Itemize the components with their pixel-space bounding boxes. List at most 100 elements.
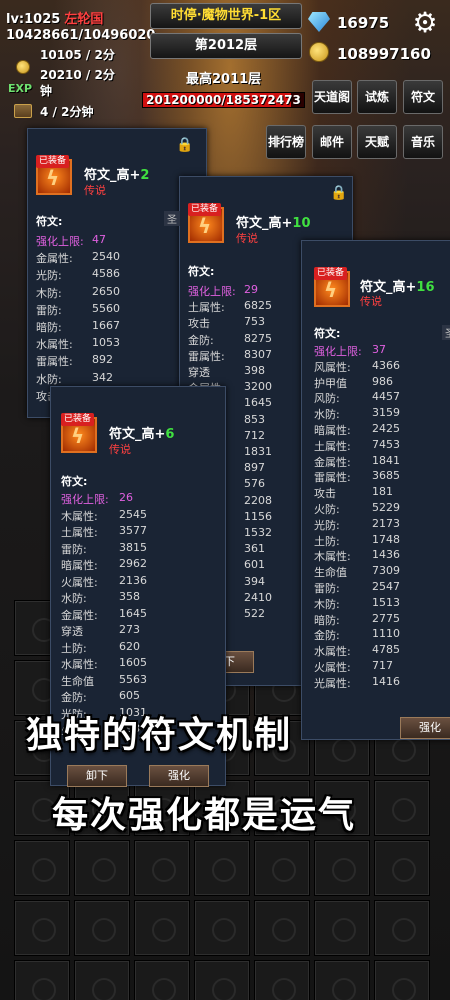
stat-label: 暗防: — [314, 613, 340, 627]
player-hp: 10428661/10496020 — [6, 28, 156, 43]
stat-label: 强化上限: — [36, 235, 84, 248]
rune-glyph-icon: ϟ — [71, 424, 85, 448]
stat-label: 金属性: — [314, 455, 351, 469]
stat-value: 361 — [244, 542, 265, 556]
stat-value: 37 — [372, 343, 386, 356]
stat-value: 358 — [119, 590, 140, 603]
stat-value: 986 — [372, 374, 393, 388]
inventory-slot[interactable] — [194, 900, 250, 956]
stat-label: 暗属性: — [61, 559, 98, 572]
rate-row-2: 20210 / 2分 — [40, 68, 115, 82]
stat-value: 1831 — [244, 445, 272, 458]
inventory-slot[interactable] — [314, 840, 370, 896]
enhance-button[interactable]: 强化 — [149, 765, 209, 787]
stat-value: 3159 — [372, 406, 400, 420]
slogan-line-1: 独特的符文机制 — [26, 714, 293, 756]
lock-icon[interactable]: 🔒 — [176, 137, 193, 153]
inventory-slot[interactable] — [14, 840, 70, 896]
stat-value: 1645 — [119, 606, 147, 620]
equipped-badge: 已装备 — [188, 203, 222, 216]
player-level: lv:1025 左轮国 — [6, 8, 103, 27]
inventory-slot[interactable] — [254, 840, 310, 896]
inventory-slot[interactable] — [194, 840, 250, 896]
stat-value: 398 — [244, 364, 265, 377]
inventory-slot[interactable] — [374, 780, 430, 836]
exp-icon: EXP — [8, 82, 33, 95]
stat-label: 穿透 — [188, 366, 210, 379]
server-button[interactable]: 时停·魔物世界-1区 — [150, 3, 302, 29]
inventory-slot[interactable] — [74, 840, 130, 896]
menu-talent[interactable]: 天赋 — [357, 125, 397, 159]
rune-icon[interactable]: ϟ 已装备 — [188, 203, 224, 243]
inventory-slot[interactable] — [14, 960, 70, 1000]
stat-value: 2136 — [119, 573, 147, 587]
stat-value: 576 — [244, 477, 265, 491]
stat-value: 7453 — [372, 437, 400, 451]
inventory-slot[interactable] — [374, 900, 430, 956]
stat-label: 水防: — [61, 592, 87, 605]
inventory-slot[interactable] — [254, 900, 310, 956]
stat-value: 1605 — [119, 656, 147, 669]
inventory-slot[interactable] — [374, 960, 430, 1000]
stat-label: 水属性: — [36, 338, 73, 352]
stat-value: 181 — [372, 485, 393, 499]
stat-value: 1532 — [244, 526, 272, 539]
stat-label: 土属性: — [61, 526, 98, 539]
unequip-button[interactable]: 卸下 — [67, 765, 127, 787]
stat-label: 雷防: — [314, 582, 340, 595]
stat-value: 1513 — [372, 595, 400, 609]
menu-ranking[interactable]: 排行榜 — [266, 125, 306, 159]
inventory-slot[interactable] — [134, 900, 190, 956]
stat-label: 生命值 — [61, 674, 94, 688]
stat-value: 4457 — [372, 390, 400, 404]
enhance-button[interactable]: 强化 — [400, 717, 450, 739]
inventory-slot[interactable] — [314, 960, 370, 1000]
stat-label: 生命值 — [314, 566, 347, 580]
stat-label: 穿透 — [61, 625, 83, 638]
stat-label: 木防: — [36, 286, 62, 300]
rune-sub-tag: 圣 — [442, 325, 450, 340]
stat-label: 土防: — [314, 534, 340, 548]
stat-label: 强化上限: — [188, 285, 236, 298]
equipped-badge: 已装备 — [314, 267, 348, 280]
stat-value: 1053 — [92, 336, 120, 350]
rune-icon[interactable]: ϟ 已装备 — [36, 155, 72, 195]
stat-value: 620 — [119, 639, 140, 653]
rate-row-3: 4 / 2分钟 — [40, 105, 94, 119]
menu-fuwen[interactable]: 符文 — [403, 80, 443, 114]
stat-label: 暗防: — [36, 321, 62, 334]
rune-rarity: 传说 — [236, 232, 258, 245]
menu-mail[interactable]: 邮件 — [312, 125, 352, 159]
inventory-slot[interactable] — [254, 960, 310, 1000]
inventory-slot[interactable] — [194, 960, 250, 1000]
inventory-slot[interactable] — [134, 960, 190, 1000]
rune-section-label: 符文: — [36, 215, 63, 228]
rune-name-text: 符文_高+ — [84, 168, 141, 183]
inventory-slot[interactable] — [134, 840, 190, 896]
inventory-slot[interactable] — [374, 840, 430, 896]
menu-tiandaoge[interactable]: 天道阁 — [312, 80, 352, 114]
stat-label: 金防: — [314, 629, 340, 643]
menu-shilian[interactable]: 试炼 — [357, 80, 397, 114]
stat-value: 2545 — [119, 507, 147, 521]
gear-icon[interactable]: ⚙ — [410, 8, 440, 38]
stat-label: 攻击 — [314, 487, 336, 501]
inventory-slot[interactable] — [74, 960, 130, 1000]
inventory-slot[interactable] — [74, 900, 130, 956]
lock-icon[interactable]: 🔒 — [330, 185, 347, 201]
menu-music[interactable]: 音乐 — [403, 125, 443, 159]
floor-button[interactable]: 第2012层 — [150, 33, 302, 59]
rune-enhance-level: 6 — [165, 427, 175, 442]
stat-label: 土属性: — [314, 439, 351, 453]
inventory-slot[interactable] — [14, 900, 70, 956]
rune-icon[interactable]: ϟ 已装备 — [61, 413, 97, 453]
stat-value: 522 — [244, 607, 265, 620]
stat-value: 2775 — [372, 611, 400, 625]
stat-value: 394 — [244, 574, 265, 588]
gem-count: 16975 — [337, 14, 390, 32]
stat-label: 金防: — [188, 333, 214, 347]
rune-icon[interactable]: ϟ 已装备 — [314, 267, 350, 307]
boss-hp-bar: 201200000/185372473 — [142, 92, 305, 108]
inventory-slot[interactable] — [314, 900, 370, 956]
stat-value: 4785 — [372, 643, 400, 657]
